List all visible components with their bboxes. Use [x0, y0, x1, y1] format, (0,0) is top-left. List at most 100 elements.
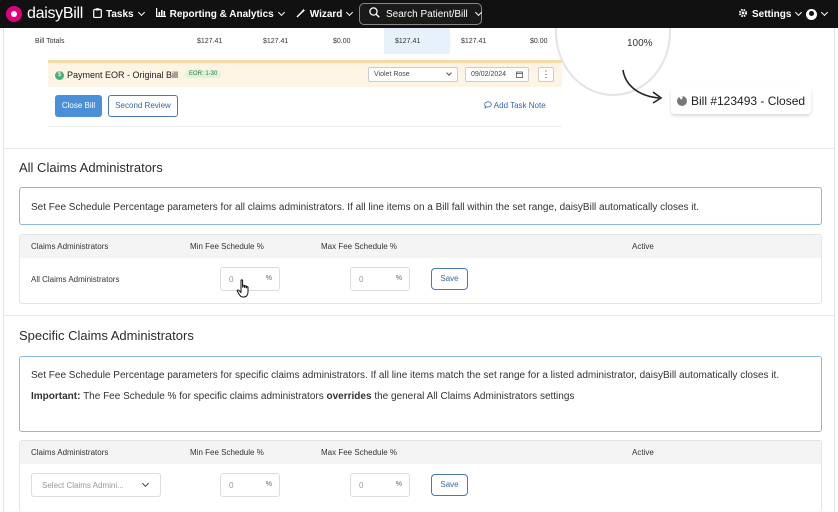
- all-claims-info-box: Set Fee Schedule Percentage parameters f…: [19, 187, 822, 225]
- claims-admin-select[interactable]: Select Claims Admini...: [31, 473, 161, 497]
- percent-symbol: %: [265, 275, 272, 282]
- search-patient-bill-button[interactable]: Search Patient/Bill: [359, 3, 482, 25]
- percent-symbol: %: [395, 481, 402, 488]
- all-claims-info-text: Set Fee Schedule Percentage parameters f…: [31, 202, 700, 213]
- specific-claims-info-box: Set Fee Schedule Percentage parameters f…: [19, 356, 822, 432]
- claims-admin-placeholder: Select Claims Admini...: [42, 481, 124, 490]
- nav-settings[interactable]: Settings: [738, 0, 803, 28]
- nav-reporting-label: Reporting & Analytics: [169, 8, 274, 20]
- all-claims-section-title: All Claims Administrators: [19, 160, 163, 175]
- daisy-logo-icon: [6, 6, 22, 22]
- chevron-down-icon: [346, 8, 354, 17]
- bill-totals-row: Bill Totals $127.41 $127.41 $0.00 $127.4…: [26, 28, 566, 54]
- brand-name: daisyBill: [27, 5, 83, 22]
- clipboard-icon: [93, 7, 102, 21]
- more-options-icon[interactable]: ⋮: [538, 67, 554, 82]
- total-cell: $127.41: [395, 38, 421, 45]
- admin-name: All Claims Administrators: [31, 275, 120, 284]
- divider: [48, 126, 562, 127]
- chevron-down-icon: [474, 8, 482, 17]
- callout-arrow-icon: [622, 69, 663, 104]
- max-fee-placeholder: 0: [359, 481, 364, 490]
- max-fee-input[interactable]: 0 %: [350, 473, 410, 497]
- chevron-down-icon: [446, 70, 452, 76]
- header-active: Active: [632, 448, 654, 457]
- all-claims-table: Claims Administrators Min Fee Schedule %…: [19, 234, 822, 304]
- important-text-2: the general All Claims Administrators se…: [374, 391, 575, 402]
- total-cell: $127.41: [197, 38, 223, 45]
- specific-claims-info-text: Set Fee Schedule Percentage parameters f…: [31, 370, 780, 381]
- chevron-down-icon: [795, 8, 803, 17]
- hand-cursor-icon: [236, 279, 249, 298]
- close-bill-button[interactable]: Close Bill: [55, 95, 102, 117]
- header-max-fee: Max Fee Schedule %: [321, 448, 398, 457]
- search-label: Search Patient/Bill: [386, 8, 468, 20]
- nav-tasks-label: Tasks: [106, 8, 134, 20]
- header-claims-administrators: Claims Administrators: [31, 242, 109, 251]
- magic-wand-icon: [296, 8, 306, 21]
- add-task-note-label: Add Task Note: [493, 101, 546, 110]
- chevron-down-icon: [137, 8, 145, 17]
- important-note: Important: The Fee Schedule % for specif…: [31, 389, 810, 405]
- heart-icon: [677, 95, 687, 106]
- percent-symbol: %: [265, 481, 272, 488]
- reviewer-select[interactable]: Violet Rose: [368, 67, 458, 82]
- top-nav: daisyBill Tasks Reporting & Analytics Wi…: [0, 0, 838, 28]
- min-fee-placeholder: 0: [229, 481, 234, 490]
- brand-logo[interactable]: daisyBill: [6, 5, 83, 23]
- eor-title: Payment EOR - Original Bill: [67, 70, 179, 80]
- total-cell: $127.41: [461, 38, 487, 45]
- nav-settings-label: Settings: [752, 8, 792, 20]
- important-label: Important:: [31, 391, 81, 402]
- dollar-icon: $: [55, 71, 64, 80]
- specific-claims-section-title: Specific Claims Administrators: [19, 328, 194, 343]
- chevron-down-icon: [277, 8, 285, 17]
- eor-date-field[interactable]: 09/02/2024: [465, 67, 529, 82]
- eor-date-value: 09/02/2024: [471, 71, 507, 78]
- nav-tasks[interactable]: Tasks: [93, 7, 145, 21]
- important-bold: overrides: [326, 391, 372, 402]
- chevron-down-icon: [820, 8, 829, 17]
- total-cell: $0.00: [333, 38, 351, 45]
- second-review-button[interactable]: Second Review: [108, 95, 178, 117]
- chevron-down-icon: [141, 479, 150, 488]
- nav-reporting[interactable]: Reporting & Analytics: [155, 8, 285, 20]
- header-min-fee: Min Fee Schedule %: [190, 242, 264, 251]
- eor-header: $ Payment EOR - Original Bill EOR: 1-30 …: [48, 63, 562, 87]
- header-max-fee: Max Fee Schedule %: [321, 242, 398, 251]
- search-icon: [369, 7, 380, 21]
- user-menu[interactable]: [806, 0, 829, 28]
- bill-snapshot: Bill Totals $127.41 $127.41 $0.00 $127.4…: [0, 28, 838, 148]
- divider: [3, 315, 835, 316]
- bill-status-text: Bill #123493 - Closed: [691, 94, 806, 108]
- bill-status-pill: Bill #123493 - Closed: [671, 88, 811, 114]
- save-button[interactable]: Save: [431, 268, 468, 290]
- percent-symbol: %: [395, 275, 402, 282]
- table-header: Claims Administrators Min Fee Schedule %…: [20, 235, 821, 258]
- user-icon: [806, 8, 817, 20]
- reviewer-value: Violet Rose: [374, 71, 410, 78]
- header-min-fee: Min Fee Schedule %: [190, 448, 264, 457]
- total-cell: $127.41: [263, 38, 289, 45]
- divider: [3, 148, 835, 149]
- nav-wizard[interactable]: Wizard: [296, 8, 354, 21]
- eor-badge: EOR: 1-30: [185, 70, 222, 78]
- add-task-note-link[interactable]: Add Task Note: [484, 101, 546, 110]
- header-claims-administrators: Claims Administrators: [31, 448, 109, 457]
- callout-percent: 100%: [627, 38, 653, 49]
- header-active: Active: [632, 242, 654, 251]
- save-button[interactable]: Save: [431, 474, 468, 496]
- important-text-1: The Fee Schedule % for specific claims a…: [83, 391, 324, 402]
- table-header: Claims Administrators Min Fee Schedule %…: [20, 441, 821, 464]
- min-fee-input[interactable]: 0 %: [220, 473, 280, 497]
- max-fee-placeholder: 0: [359, 275, 364, 284]
- speech-bubble-icon: [484, 101, 494, 110]
- bill-totals-label: Bill Totals: [35, 38, 65, 45]
- calendar-icon: [516, 71, 523, 80]
- total-cell: $0.00: [530, 38, 548, 45]
- nav-wizard-label: Wizard: [309, 8, 343, 20]
- gear-icon: [738, 8, 748, 21]
- min-fee-placeholder: 0: [229, 275, 234, 284]
- specific-claims-table: Claims Administrators Min Fee Schedule %…: [19, 440, 822, 512]
- max-fee-input[interactable]: 0 %: [350, 267, 410, 291]
